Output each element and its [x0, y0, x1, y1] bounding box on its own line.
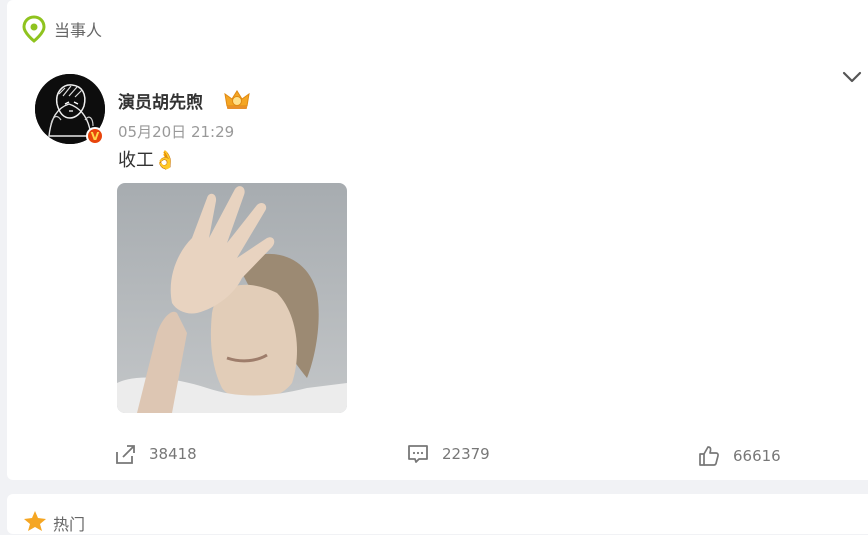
hot-section-card: 热门 — [7, 494, 868, 534]
comment-count: 22379 — [442, 445, 490, 463]
card-header: 当事人 — [22, 14, 102, 44]
like-count: 66616 — [733, 447, 781, 465]
post-photo — [117, 183, 347, 413]
post-image[interactable] — [117, 183, 347, 413]
post-text: 收工👌 — [118, 150, 177, 171]
post-card: 当事人 V 演员胡先煦 05月20日 21:29 收工👌 38418 22379… — [7, 0, 868, 480]
username[interactable]: 演员胡先煦 — [118, 88, 203, 113]
location-pin-icon — [22, 15, 46, 43]
hot-star-icon — [24, 511, 46, 531]
comment-icon — [408, 445, 428, 463]
comment-button[interactable]: 22379 — [406, 440, 490, 468]
thumbs-up-icon — [699, 446, 719, 466]
repost-button[interactable]: 38418 — [113, 440, 197, 468]
hot-section-title[interactable]: 热门 — [53, 511, 85, 535]
crown-badge-icon[interactable] — [223, 88, 251, 112]
chevron-down-icon[interactable] — [841, 66, 863, 88]
verified-badge: V — [86, 127, 104, 145]
section-title: 当事人 — [54, 21, 103, 40]
post-timestamp[interactable]: 05月20日 21:29 — [118, 121, 234, 142]
repost-count: 38418 — [149, 445, 197, 463]
like-button[interactable]: 66616 — [697, 442, 781, 470]
share-icon — [116, 445, 135, 464]
